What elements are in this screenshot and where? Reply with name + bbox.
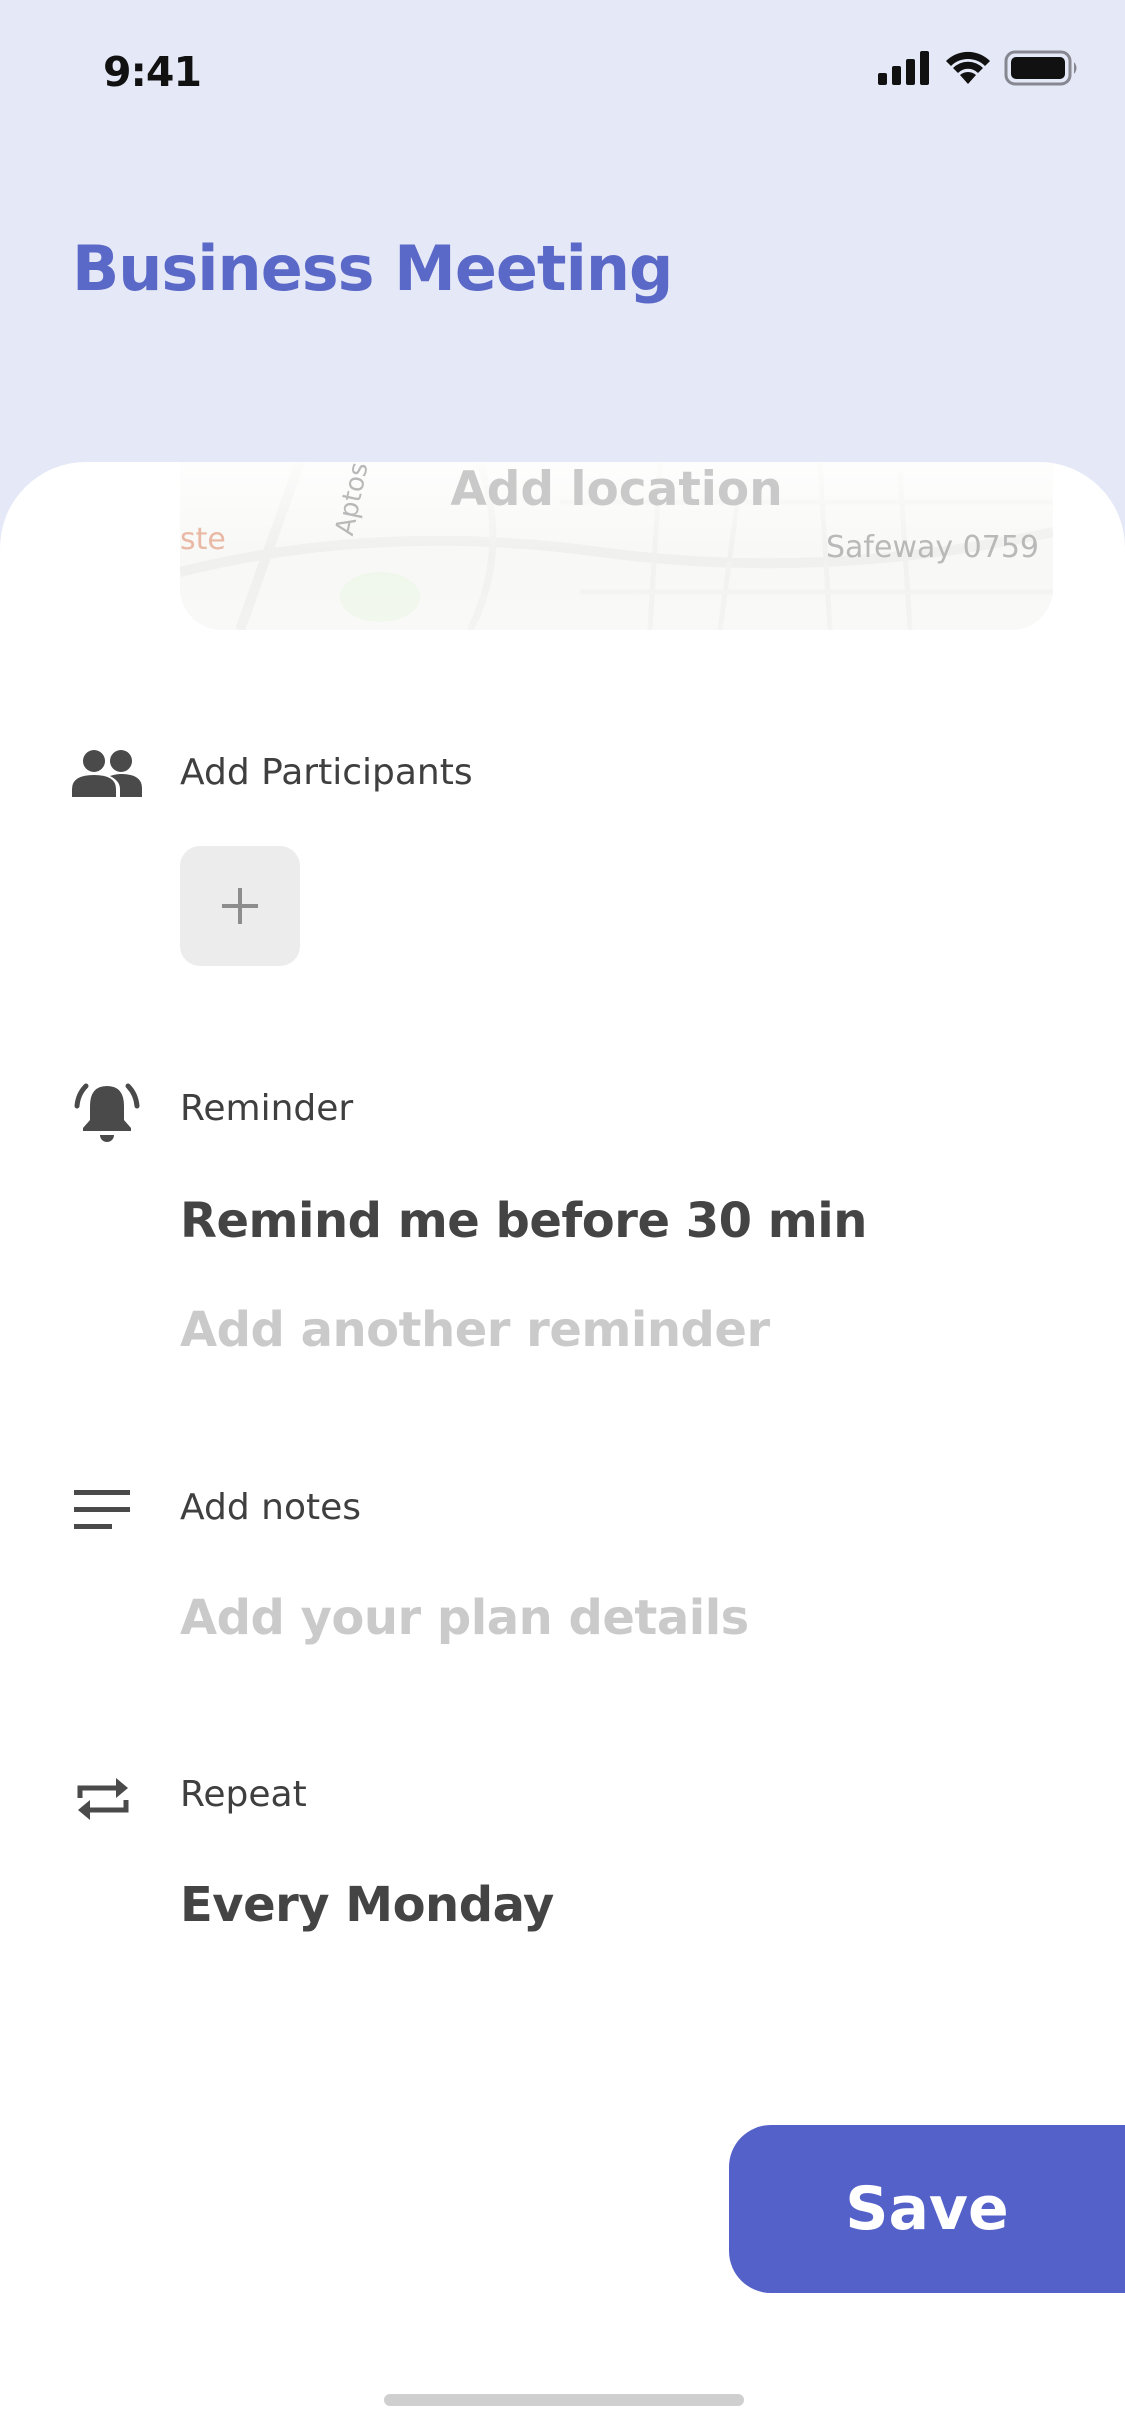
status-time: 9:41 — [103, 48, 202, 96]
map-label-edge: ste — [180, 522, 226, 557]
alarm-bell-icon — [72, 1080, 142, 1146]
reminder-value[interactable]: Remind me before 30 min — [180, 1193, 867, 1249]
battery-icon — [1004, 50, 1077, 86]
repeat-label: Repeat — [180, 1774, 307, 1815]
participants-label: Add Participants — [180, 752, 473, 793]
repeat-icon — [72, 1768, 134, 1830]
add-participant-button[interactable] — [180, 846, 300, 966]
status-bar: 9:41 — [0, 0, 1125, 140]
home-indicator — [384, 2394, 744, 2406]
location-map[interactable]: ste Aptos Ave Safeway 0759 Add location — [180, 462, 1053, 630]
status-icons — [878, 50, 1080, 86]
notes-icon — [72, 1488, 134, 1532]
map-label-store: Safeway 0759 — [826, 530, 1040, 565]
save-button-label: Save — [845, 2174, 1009, 2244]
save-button[interactable]: Save — [729, 2125, 1125, 2293]
add-another-reminder-button[interactable]: Add another reminder — [180, 1302, 770, 1358]
repeat-value[interactable]: Every Monday — [180, 1877, 554, 1933]
wifi-icon — [946, 51, 990, 84]
add-location-placeholder: Add location — [450, 462, 783, 517]
event-form-sheet: ste Aptos Ave Safeway 0759 Add location … — [0, 462, 1125, 2436]
signal-icon — [878, 51, 929, 85]
plus-icon — [222, 888, 258, 924]
reminder-label: Reminder — [180, 1088, 354, 1129]
notes-input[interactable]: Add your plan details — [180, 1590, 749, 1646]
people-icon — [72, 748, 142, 798]
page-title: Business Meeting — [72, 232, 673, 305]
notes-label: Add notes — [180, 1487, 362, 1528]
